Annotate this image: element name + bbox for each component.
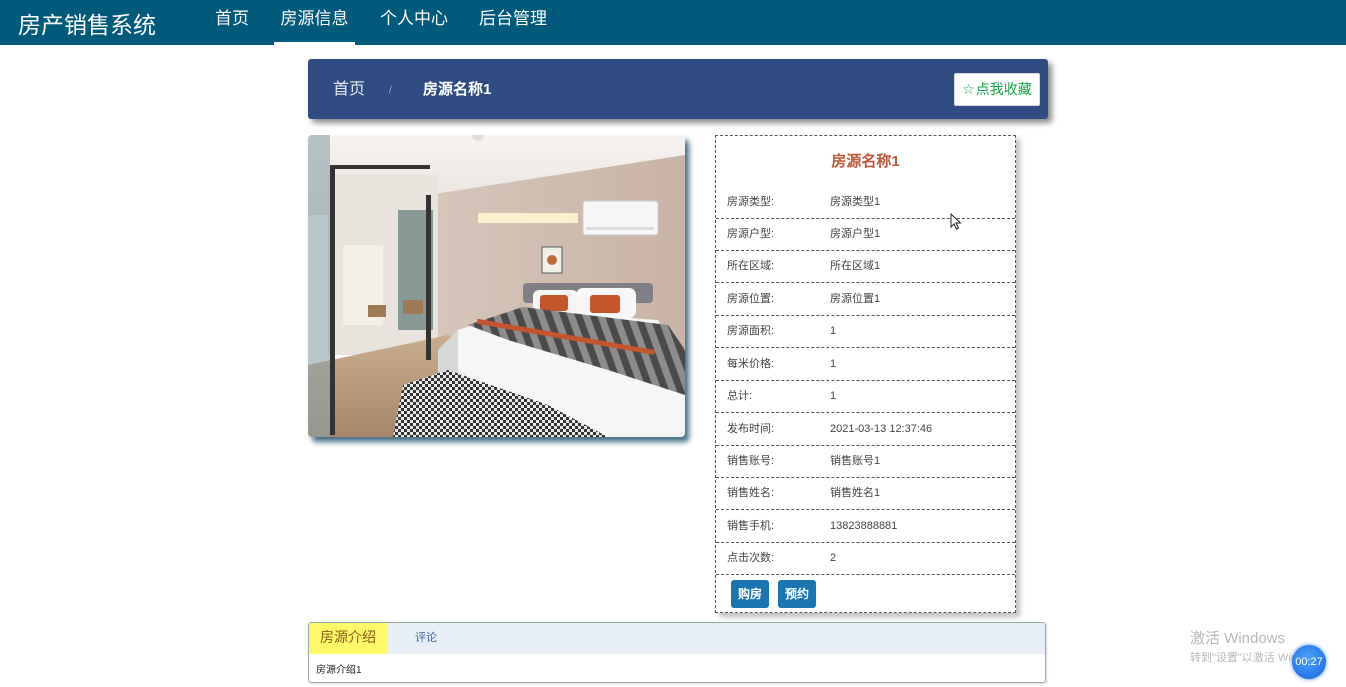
breadcrumb: 首页 / 房源名称1 ☆点我收藏 <box>308 59 1048 119</box>
detail-value: 13823888881 <box>830 520 898 532</box>
detail-row-clicks: 点击次数: 2 <box>716 543 1015 575</box>
detail-label: 销售手机: <box>727 520 775 532</box>
detail-label: 每米价格: <box>727 358 775 370</box>
detail-label: 点击次数: <box>727 552 775 564</box>
nav-item-home[interactable]: 首页 <box>215 0 249 45</box>
detail-label: 发布时间: <box>727 423 775 435</box>
detail-value: 所在区域1 <box>830 260 881 272</box>
detail-value: 2021-03-13 12:37:46 <box>830 423 933 435</box>
breadcrumb-separator: / <box>389 85 392 96</box>
property-title: 房源名称1 <box>831 153 900 170</box>
tab-intro[interactable]: 房源介绍 <box>309 623 387 654</box>
detail-row-total: 总计: 1 <box>716 381 1015 413</box>
detail-row-published: 发布时间: 2021-03-13 12:37:46 <box>716 414 1015 446</box>
activation-watermark-title: 激活 Windows <box>1190 630 1286 647</box>
favorite-button-label: 点我收藏 <box>975 81 1032 97</box>
buy-button[interactable]: 购房 <box>731 580 770 608</box>
reserve-button[interactable]: 预约 <box>778 580 817 608</box>
detail-value: 1 <box>830 325 837 337</box>
property-details-panel: 房源名称1 房源类型: 房源类型1 房源户型: 房源户型1 所在区域: 所在区域… <box>715 135 1016 613</box>
detail-value: 房源户型1 <box>830 228 881 240</box>
detail-value: 房源类型1 <box>830 196 881 208</box>
detail-value: 1 <box>830 358 837 370</box>
detail-label: 房源户型: <box>727 228 775 240</box>
top-nav: 房产销售系统 首页 房源信息 个人中心 后台管理 <box>0 0 1346 45</box>
detail-value: 房源位置1 <box>830 293 881 305</box>
brand-logo[interactable]: 房产销售系统 <box>18 6 156 40</box>
detail-row-sales-name: 销售姓名: 销售姓名1 <box>716 478 1015 510</box>
detail-label: 房源位置: <box>727 293 775 305</box>
star-outline-icon: ☆ <box>962 81 975 97</box>
detail-label: 销售姓名: <box>727 487 775 499</box>
detail-row-sales-phone: 销售手机: 13823888881 <box>716 511 1015 543</box>
tab-comments[interactable]: 评论 <box>415 623 437 654</box>
detail-row-sales-account: 销售账号: 销售账号1 <box>716 446 1015 478</box>
detail-row-layout: 房源户型: 房源户型1 <box>716 219 1015 251</box>
favorite-button[interactable]: ☆点我收藏 <box>954 73 1040 106</box>
breadcrumb-current: 房源名称1 <box>423 81 492 98</box>
nav-item-admin[interactable]: 后台管理 <box>479 0 547 45</box>
detail-value: 2 <box>830 552 837 564</box>
detail-label: 所在区域: <box>727 260 775 272</box>
nav-item-listings[interactable]: 房源信息 <box>274 0 355 45</box>
detail-label: 总计: <box>727 390 753 402</box>
detail-row-location: 房源位置: 房源位置1 <box>716 284 1015 316</box>
detail-value: 1 <box>830 390 837 402</box>
detail-label: 销售账号: <box>727 455 775 467</box>
tab-header: 房源介绍 评论 <box>309 623 1045 654</box>
tab-content: 房源介绍1 <box>316 665 362 676</box>
breadcrumb-home-link[interactable]: 首页 <box>333 59 365 121</box>
nav-item-profile[interactable]: 个人中心 <box>380 0 448 45</box>
property-photo <box>308 135 685 437</box>
detail-label: 房源面积: <box>727 325 775 337</box>
info-tabs: 房源介绍 评论 房源介绍1 <box>308 622 1046 683</box>
detail-label: 房源类型: <box>727 196 775 208</box>
detail-row-district: 所在区域: 所在区域1 <box>716 251 1015 283</box>
timer-badge[interactable]: 00:27 <box>1292 645 1326 679</box>
detail-row-area: 房源面积: 1 <box>716 316 1015 348</box>
detail-value: 销售姓名1 <box>830 487 881 499</box>
detail-value: 销售账号1 <box>830 455 881 467</box>
mouse-cursor-icon <box>950 213 962 230</box>
detail-row-type: 房源类型: 房源类型1 <box>716 187 1015 219</box>
detail-row-unit-price: 每米价格: 1 <box>716 349 1015 381</box>
